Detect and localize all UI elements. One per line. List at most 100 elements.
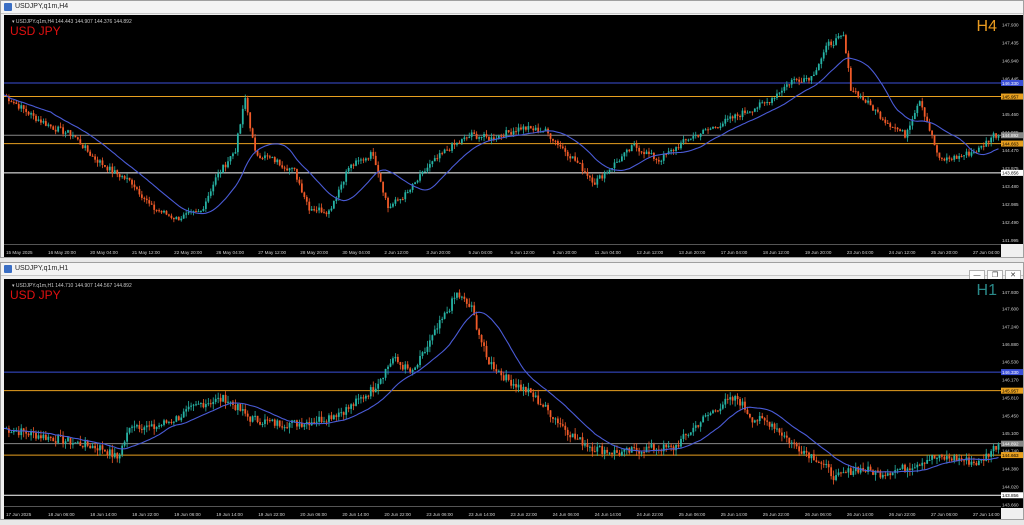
- candle-body: [539, 403, 542, 405]
- candle-body: [721, 404, 724, 409]
- candle-body: [714, 410, 717, 412]
- candle-body: [118, 174, 121, 178]
- candle-body: [990, 137, 993, 143]
- time-axis[interactable]: 17 Jun 2025 18 Jun 06:00 18 Jun 14:00 18 Ju…: [4, 506, 1001, 519]
- candle-body: [675, 445, 677, 451]
- candle-body: [682, 434, 685, 439]
- candle-body: [155, 209, 158, 211]
- candle-body: [945, 157, 948, 161]
- candle-body: [901, 464, 904, 469]
- candle-body: [47, 436, 50, 440]
- candle-body: [367, 158, 370, 160]
- candle-body: [443, 149, 446, 154]
- candle-body: [566, 429, 569, 436]
- candle-body: [677, 147, 680, 149]
- candle-body: [837, 472, 840, 476]
- candle-body: [771, 98, 773, 103]
- candle-body: [862, 95, 865, 100]
- candle-body: [591, 446, 594, 452]
- candle-body: [652, 444, 655, 451]
- price-tick-label: 144.380: [1002, 467, 1019, 472]
- candle-body: [108, 449, 111, 456]
- candle-body: [761, 415, 764, 419]
- candle-body: [113, 170, 116, 174]
- candle-body: [598, 175, 601, 179]
- candle-body: [534, 395, 537, 397]
- time-tick-label: 6 Jun 12:00: [511, 250, 535, 255]
- chart-window-h1[interactable]: USDJPY,q1m,H1 — ❐ ✕ ▾ USDJPY.q1m,H1 144.71…: [0, 262, 1024, 520]
- candle-body: [699, 133, 702, 137]
- chart-app-icon: [4, 3, 12, 11]
- window-titlebar[interactable]: USDJPY,q1m,H1 — ❐ ✕: [1, 263, 1023, 280]
- candle-body: [131, 426, 133, 428]
- candle-body: [758, 102, 761, 108]
- candle-body: [72, 135, 74, 137]
- candle-body: [259, 155, 261, 159]
- candle-body: [726, 118, 729, 120]
- candle-body: [177, 216, 180, 221]
- candle-body: [987, 453, 990, 457]
- price-axis[interactable]: 147.930 147.600 147.240 146.880 146.530 146.1…: [1001, 279, 1023, 508]
- candle-body: [591, 177, 594, 183]
- candle-body: [552, 138, 554, 141]
- candle-body: [180, 218, 183, 221]
- candle-body: [648, 151, 650, 155]
- candle-body: [143, 427, 146, 430]
- candle-body: [803, 78, 805, 82]
- candle-body: [187, 211, 190, 214]
- candle-body: [985, 140, 988, 147]
- candle-body: [389, 206, 392, 209]
- candle-body: [441, 318, 444, 321]
- candle-body: [936, 458, 938, 460]
- candle-body: [172, 421, 175, 423]
- candle-body: [709, 413, 712, 416]
- candle-body: [741, 110, 744, 118]
- time-tick-label: 18 Jun 22:00: [132, 512, 159, 517]
- candlestick-chart-area[interactable]: ▾ USDJPY.q1m,H4 144.443 144.907 144.376 …: [3, 15, 1001, 244]
- candle-body: [687, 434, 690, 436]
- candle-body: [928, 122, 931, 131]
- candle-body: [251, 416, 254, 422]
- time-axis[interactable]: 15 May 2025 16 May 20:00 20 May 04:00 21 Ma…: [4, 244, 1001, 257]
- candle-body: [81, 445, 84, 448]
- candle-body: [702, 129, 705, 134]
- price-axis[interactable]: 147.930147.435146.940146.445145.950145.4…: [1001, 15, 1023, 244]
- candle-body: [165, 420, 168, 423]
- candle-body: [800, 451, 803, 454]
- candle-body: [790, 442, 793, 444]
- candle-body: [556, 141, 559, 146]
- candle-body: [992, 445, 995, 452]
- candle-body: [165, 210, 168, 215]
- candle-body: [749, 111, 751, 113]
- window-titlebar[interactable]: USDJPY,q1m,H4: [1, 1, 1023, 14]
- time-tick-label: 23 Jun 04:00: [847, 250, 874, 255]
- price-tick-label: 141.995: [1002, 238, 1019, 243]
- candle-body: [323, 212, 325, 214]
- candle-body: [106, 166, 109, 171]
- candle-body: [276, 420, 279, 426]
- candle-body: [480, 334, 483, 343]
- candle-body: [515, 131, 517, 133]
- candle-body: [158, 210, 160, 212]
- candle-body: [808, 452, 810, 459]
- chart-window-h4[interactable]: USDJPY,q1m,H4 ▾ USDJPY.q1m,H4 144.443 14…: [0, 0, 1024, 258]
- candle-body: [79, 139, 82, 145]
- candle-body: [938, 454, 941, 459]
- candle-body: [286, 168, 288, 171]
- candle-body: [739, 115, 741, 118]
- candlestick-chart-area[interactable]: ▾ USDJPY.q1m,H1 144.710 144.907 144.567 …: [4, 279, 1001, 508]
- candle-body: [106, 451, 109, 456]
- candle-body: [931, 455, 933, 460]
- candle-body: [300, 423, 303, 427]
- time-tick-label: 16 May 20:00: [48, 250, 76, 255]
- candle-body: [340, 412, 343, 414]
- candle-body: [42, 434, 45, 439]
- candle-body: [32, 113, 35, 116]
- candle-body: [396, 199, 399, 201]
- candle-body: [874, 109, 877, 111]
- candle-body: [869, 466, 872, 471]
- candle-body: [197, 403, 200, 405]
- candle-body: [212, 401, 215, 405]
- candle-body: [756, 107, 759, 109]
- candle-body: [150, 424, 153, 427]
